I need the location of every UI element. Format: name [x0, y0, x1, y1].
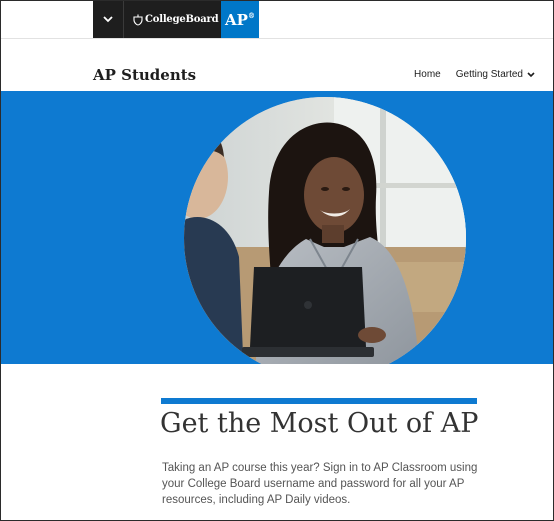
nav-item-getting-started[interactable]: Getting Started: [456, 69, 535, 80]
nav-item-home[interactable]: Home: [414, 69, 441, 80]
ap-program-tab[interactable]: AP ®: [221, 1, 259, 38]
ap-program-tab-label: AP: [225, 10, 248, 29]
registered-mark: ®: [247, 11, 255, 20]
hero-banner: [1, 91, 553, 364]
page: CollegeBoard AP ® AP Students Home Gettin…: [0, 0, 554, 521]
collegeboard-logo-text: CollegeBoard: [145, 14, 219, 25]
nav-item-label: Getting Started: [455, 69, 523, 80]
hero-photo: [184, 97, 466, 364]
global-menu-toggle[interactable]: [93, 1, 124, 38]
global-header-dark-strip: CollegeBoard: [93, 1, 221, 38]
heading-accent-rule: [161, 398, 477, 404]
site-title[interactable]: AP Students: [93, 66, 196, 84]
collegeboard-logo[interactable]: CollegeBoard: [133, 1, 219, 38]
site-header: AP Students Home Getting Started: [1, 39, 553, 91]
page-heading: Get the Most Out of AP: [160, 408, 479, 439]
nav-item-label: Home: [414, 69, 441, 80]
acorn-icon: [133, 14, 143, 26]
site-nav: Home Getting Started: [399, 69, 535, 80]
chevron-down-icon: [527, 71, 535, 77]
chevron-down-icon: [103, 16, 113, 23]
student-with-laptop-photo: [184, 97, 466, 364]
global-header: CollegeBoard AP ®: [1, 1, 553, 39]
intro-paragraph: Taking an AP course this year? Sign in t…: [162, 462, 478, 506]
